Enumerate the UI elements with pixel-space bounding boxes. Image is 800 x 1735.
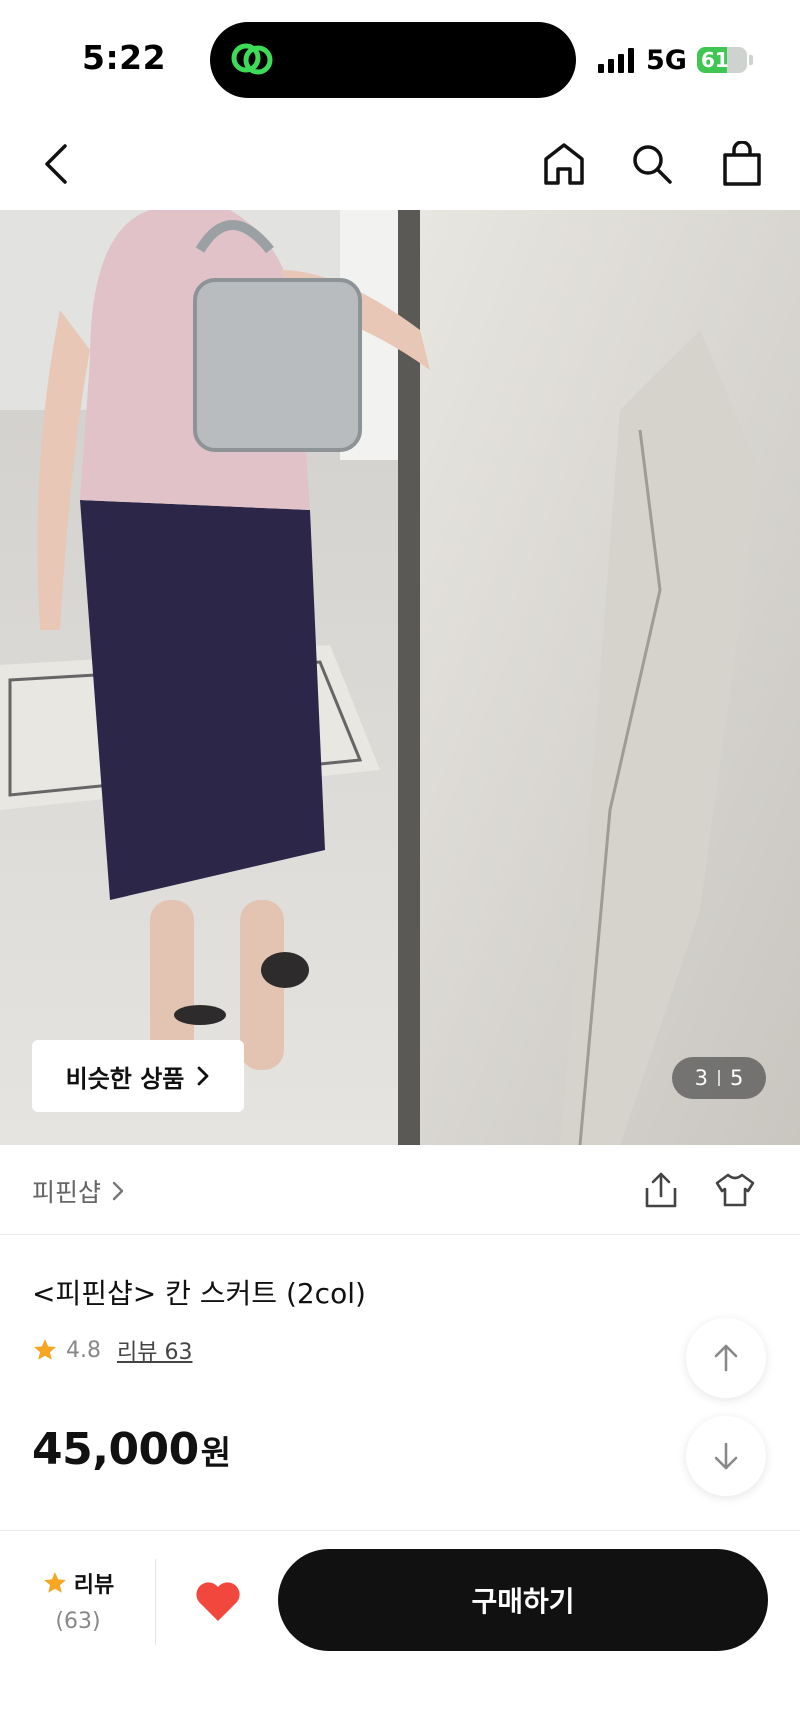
review-count: (63) xyxy=(55,1609,101,1634)
signal-icon xyxy=(598,47,634,73)
store-row: 피핀샵 xyxy=(0,1145,800,1235)
scroll-down-button[interactable] xyxy=(686,1416,766,1496)
battery-icon: 61 xyxy=(696,47,747,73)
price: 45,000 원 xyxy=(32,1424,231,1475)
product-photo xyxy=(0,210,800,1145)
store-link[interactable]: 피핀샵 xyxy=(32,1173,125,1209)
chevron-right-icon xyxy=(112,1181,124,1201)
share-icon xyxy=(645,1172,677,1208)
share-button[interactable] xyxy=(638,1167,684,1213)
product-image-carousel[interactable]: 비슷한 상품 3 5 xyxy=(0,210,800,1145)
home-button[interactable] xyxy=(538,138,590,190)
dynamic-island xyxy=(210,22,576,98)
back-button[interactable] xyxy=(30,138,82,190)
total-pages: 5 xyxy=(730,1066,744,1090)
store-name: 피핀샵 xyxy=(32,1178,102,1207)
chevron-right-icon xyxy=(197,1066,209,1086)
shirt-icon xyxy=(715,1173,755,1207)
search-icon xyxy=(633,145,672,184)
network-type: 5G xyxy=(646,44,687,76)
heart-icon xyxy=(196,1582,240,1621)
cart-button[interactable] xyxy=(716,138,768,190)
home-icon xyxy=(544,143,584,185)
status-time: 5:22 xyxy=(82,38,167,77)
arrow-up-icon xyxy=(714,1344,738,1372)
back-icon xyxy=(45,144,67,184)
bottom-action-bar: 리뷰 (63) 구매하기 xyxy=(0,1530,800,1735)
similar-products-label: 비슷한 상품 xyxy=(65,1064,185,1093)
shopping-bag-icon xyxy=(723,141,761,186)
link-app-icon xyxy=(231,43,273,75)
star-icon xyxy=(43,1572,66,1593)
rating-row: 4.8 리뷰 63 xyxy=(32,1334,192,1366)
scroll-up-button[interactable] xyxy=(686,1318,766,1398)
status-bar: 5:22 5G 61 xyxy=(0,0,800,118)
battery-level: 61 xyxy=(700,48,729,72)
buy-button[interactable]: 구매하기 xyxy=(278,1549,768,1651)
like-button[interactable] xyxy=(188,1573,248,1629)
review-summary-button[interactable]: 리뷰 (63) xyxy=(24,1567,132,1647)
search-button[interactable] xyxy=(626,138,678,190)
review-link[interactable]: 리뷰 63 xyxy=(117,1334,192,1366)
rating-value: 4.8 xyxy=(66,1337,101,1363)
battery-nub xyxy=(748,55,753,65)
star-icon xyxy=(34,1339,56,1360)
divider xyxy=(155,1559,156,1645)
product-title: <피핀샵> 칸 스커트 (2col) xyxy=(32,1277,366,1310)
similar-products-button[interactable]: 비슷한 상품 xyxy=(32,1040,244,1112)
price-unit: 원 xyxy=(200,1433,232,1472)
page-indicator: 3 5 xyxy=(672,1057,766,1099)
arrow-down-icon xyxy=(714,1442,738,1470)
status-indicators: 5G 61 xyxy=(598,40,753,80)
current-page: 3 xyxy=(694,1066,708,1090)
try-on-button[interactable] xyxy=(712,1167,758,1213)
nav-bar xyxy=(0,118,800,210)
price-amount: 45,000 xyxy=(32,1424,199,1475)
buy-label: 구매하기 xyxy=(471,1585,575,1618)
review-label: 리뷰 xyxy=(73,1573,115,1598)
